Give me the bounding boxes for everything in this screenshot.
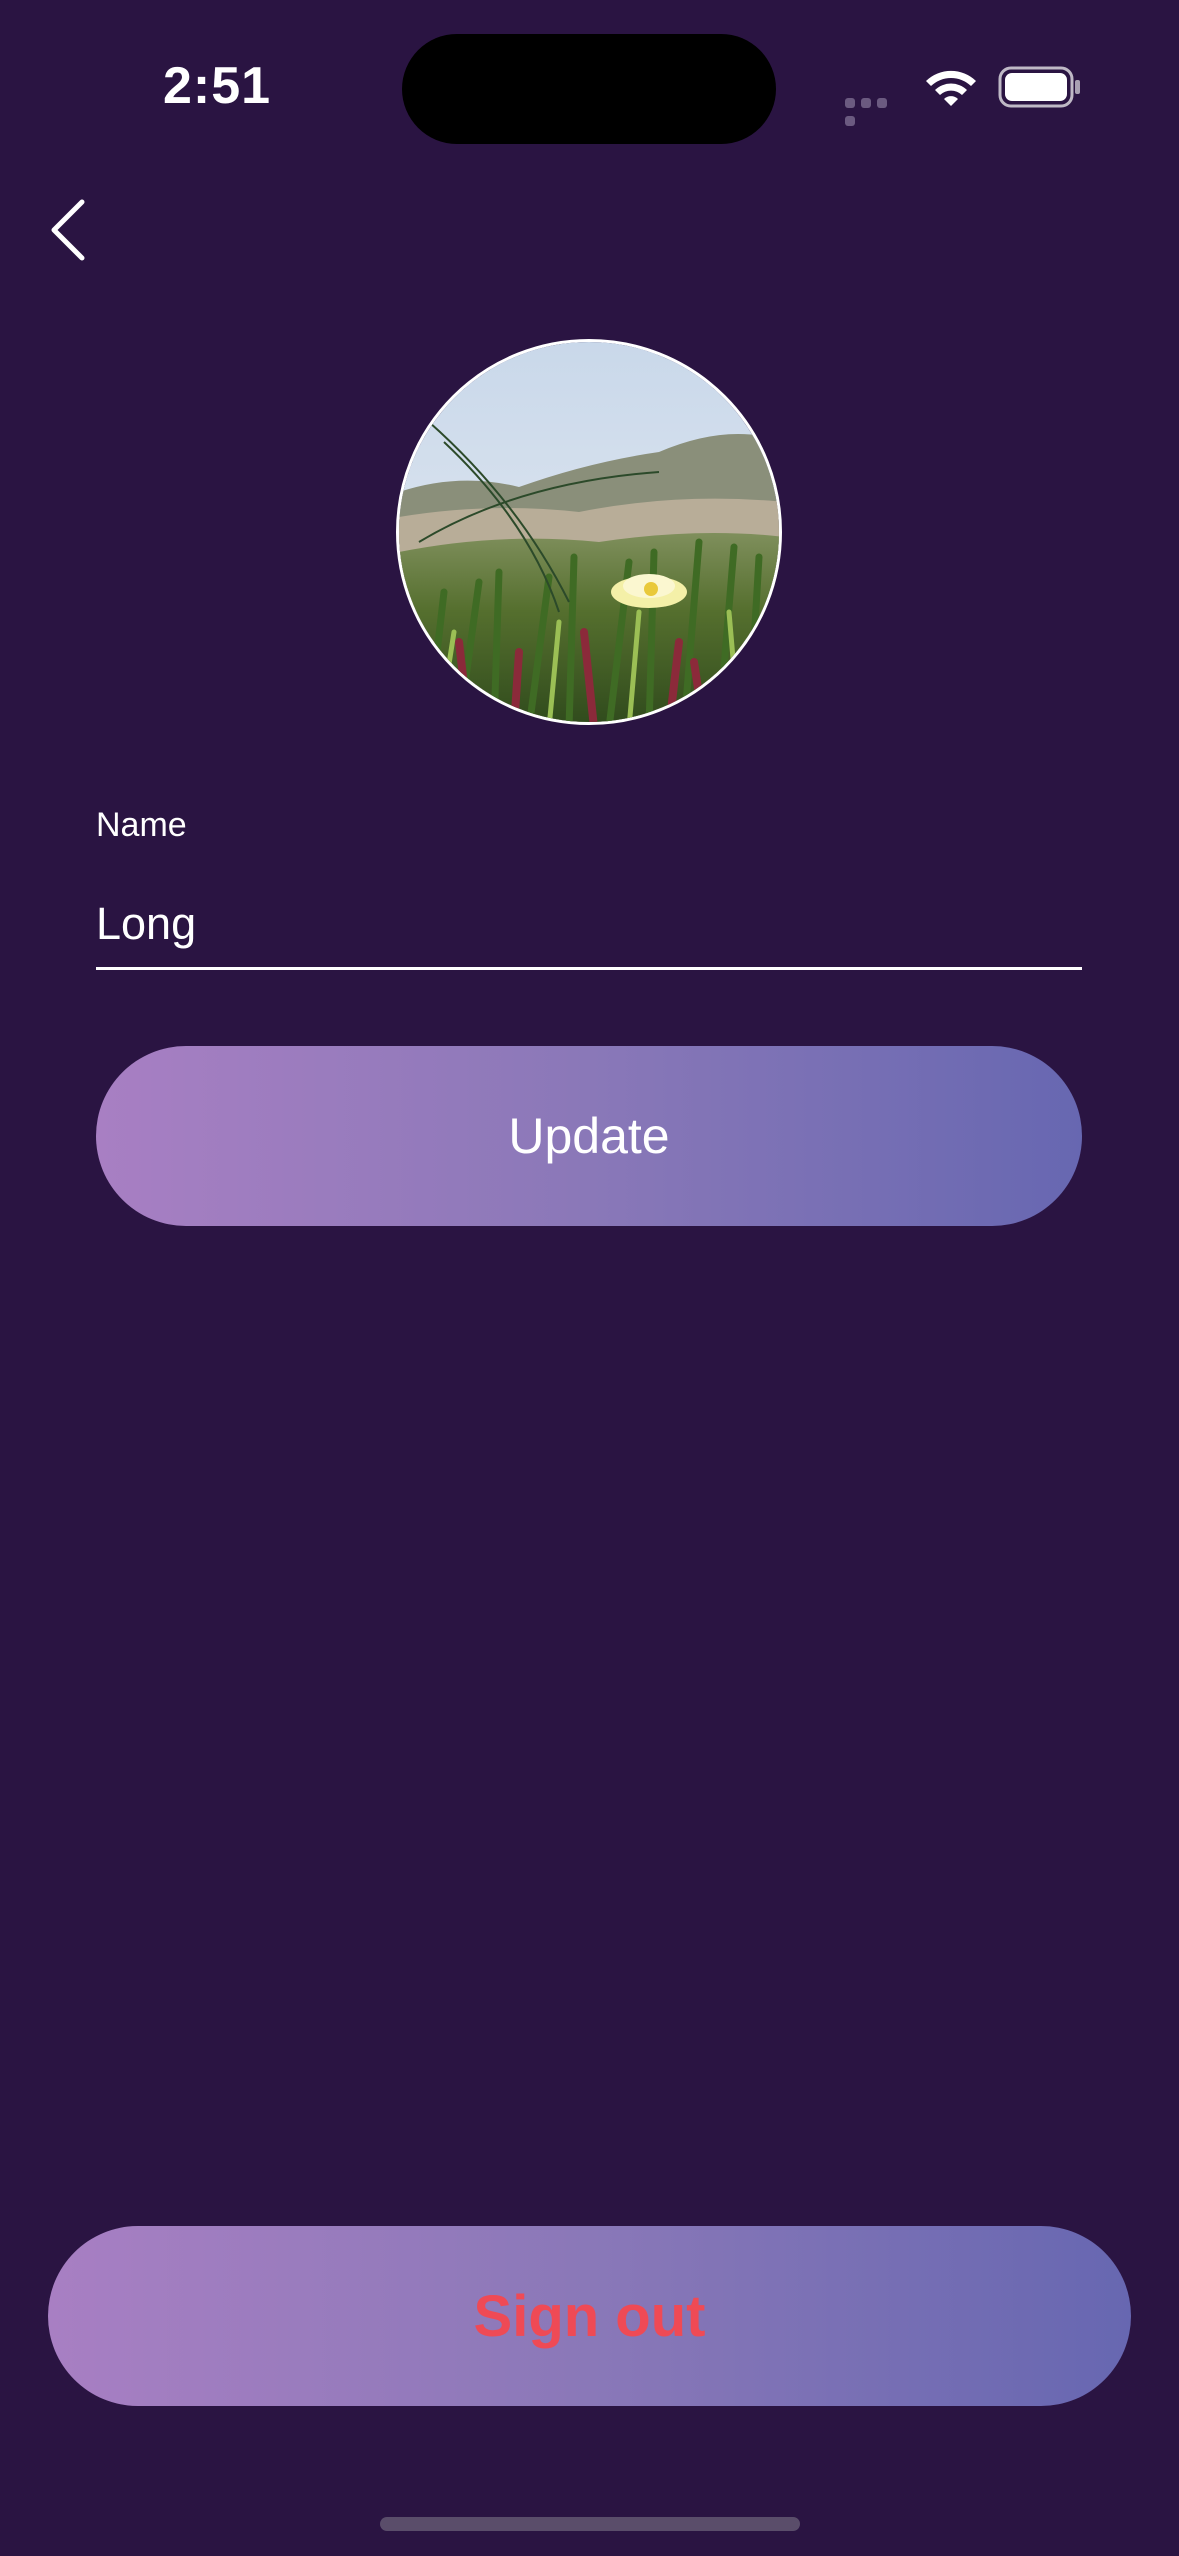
chevron-left-icon [51,199,85,261]
name-label: Name [96,806,187,844]
name-input[interactable] [96,880,1082,970]
battery-icon [998,66,1080,108]
signal-dots-icon [845,95,905,126]
status-time: 2:51 [163,57,272,115]
profile-photo [399,342,779,722]
update-button-label: Update [508,1108,670,1164]
home-indicator[interactable] [380,2517,800,2531]
back-button[interactable] [40,190,100,268]
sign-out-button[interactable]: Sign out [48,2226,1131,2406]
dynamic-island [402,34,776,144]
sign-out-button-label: Sign out [473,2283,706,2349]
update-button[interactable]: Update [96,1046,1082,1226]
profile-screen: 2:51 Name Long Update Sign out [0,0,1179,2556]
avatar[interactable] [396,339,782,725]
wifi-icon [926,70,976,106]
